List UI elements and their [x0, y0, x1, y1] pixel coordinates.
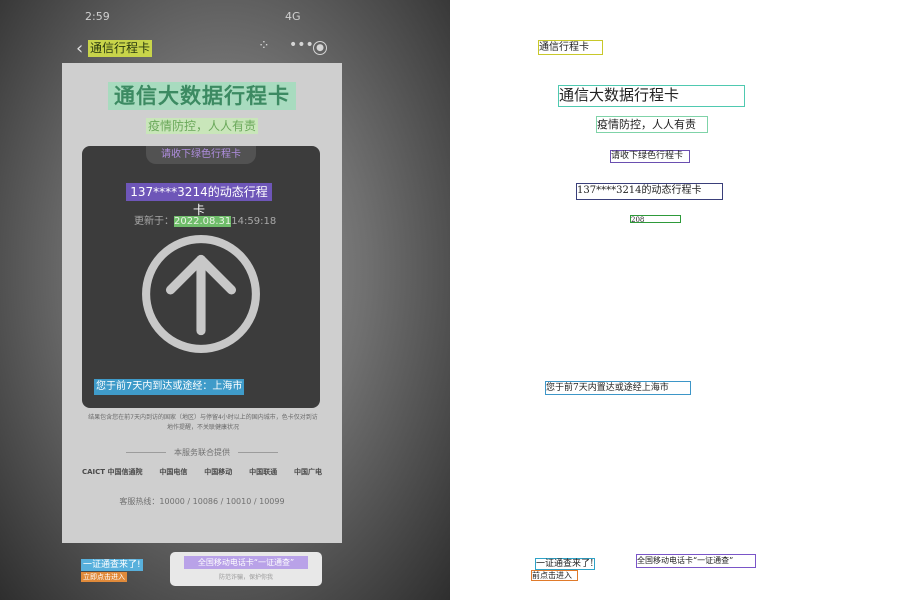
provided-by: 本服务联合提供 [62, 447, 342, 458]
ann-banner-title: 一证通查来了! [535, 558, 595, 570]
ann-card-tab: 请收下绿色行程卡 [610, 150, 690, 163]
ann-poster-title: 通信大数据行程卡 [558, 85, 745, 107]
ann-banner-sub: 前点击进入 [531, 570, 578, 581]
ocr-annotation-canvas: 通信行程卡 通信大数据行程卡 疫情防控，人人有责 请收下绿色行程卡 137***… [450, 0, 900, 600]
more-dots-icon[interactable]: ••• [289, 37, 314, 53]
visited-city-line: 您于前7天内到达或途经：上海市 [94, 379, 245, 395]
ann-city-line: 您于前7天内置达或途经上海市 [545, 381, 691, 395]
phone-number-line: 137****3214的动态行程卡 [126, 183, 272, 217]
logo-caict: CAICT 中国信通院 [82, 468, 143, 476]
ann-nav-title: 通信行程卡 [538, 40, 603, 55]
poster-description: 结果包含您在前7天内到访的国家（地区）与停留4小时以上的国内城市，色卡仅对到访地… [88, 414, 318, 431]
update-date: 2022.08.31 [174, 216, 232, 227]
ann-subtitle: 疫情防控，人人有责 [596, 116, 708, 133]
update-clock: 14:59:18 [231, 216, 277, 227]
yizheng-banner-sub[interactable]: 立即点击进入 [81, 572, 127, 582]
logo-china-broadnet: 中国广电 [293, 468, 322, 476]
nav-title: 通信行程卡 [88, 40, 153, 57]
green-arrow-up-icon [142, 235, 260, 353]
logo-china-unicom: 中国联通 [249, 468, 278, 476]
ann-date-fragment: 208 [630, 215, 681, 224]
close-circle-icon[interactable]: ● [313, 41, 327, 55]
logo-china-telecom: 中国电信 [159, 468, 188, 476]
operator-logos: CAICT 中国信通院 中国电信 中国移动 中国联通 中国广电 [82, 467, 322, 477]
back-chevron-icon[interactable]: ‹ [76, 38, 83, 59]
status-signal: 4G [285, 10, 301, 23]
logo-china-mobile: 中国移动 [204, 468, 233, 476]
promo-card[interactable]: 全国移动电话卡“一证通查” 防范诈骗，保护你我 [170, 552, 322, 586]
ann-phone-line: 137****3214的动态行程卡 [576, 183, 723, 200]
update-time: 更新于：2022.08.3114:59:18 [134, 212, 276, 227]
card-tab-label: 请收下绿色行程卡 [146, 146, 256, 164]
promo-title: 全国移动电话卡“一证通查” [184, 556, 308, 569]
ann-promo-main: 全国移动电话卡“一证通查” [636, 554, 756, 568]
poster-title: 通信大数据行程卡 [108, 82, 296, 110]
promo-subtitle: 防范诈骗，保护你我 [218, 574, 273, 581]
phone-screenshot: 2:59 4G ‹ 通信行程卡 ⁘ ••• ● 通信大数据行程卡 疫情防控，人人… [0, 0, 450, 600]
update-label: 更新于： [134, 216, 174, 227]
service-hotline: 客服热线：10000 / 10086 / 10010 / 10099 [119, 497, 285, 506]
poster-subtitle: 疫情防控，人人有责 [146, 118, 258, 134]
status-time: 2:59 [85, 10, 110, 23]
mini-program-icon[interactable]: ⁘ [258, 38, 270, 54]
trip-card: 请收下绿色行程卡 137****3214的动态行程卡 更新于：2022.08.3… [82, 146, 320, 408]
yizheng-banner-title[interactable]: 一证通查来了! [81, 559, 143, 571]
trip-card-poster: 通信大数据行程卡 疫情防控，人人有责 请收下绿色行程卡 137****3214的… [62, 63, 342, 543]
